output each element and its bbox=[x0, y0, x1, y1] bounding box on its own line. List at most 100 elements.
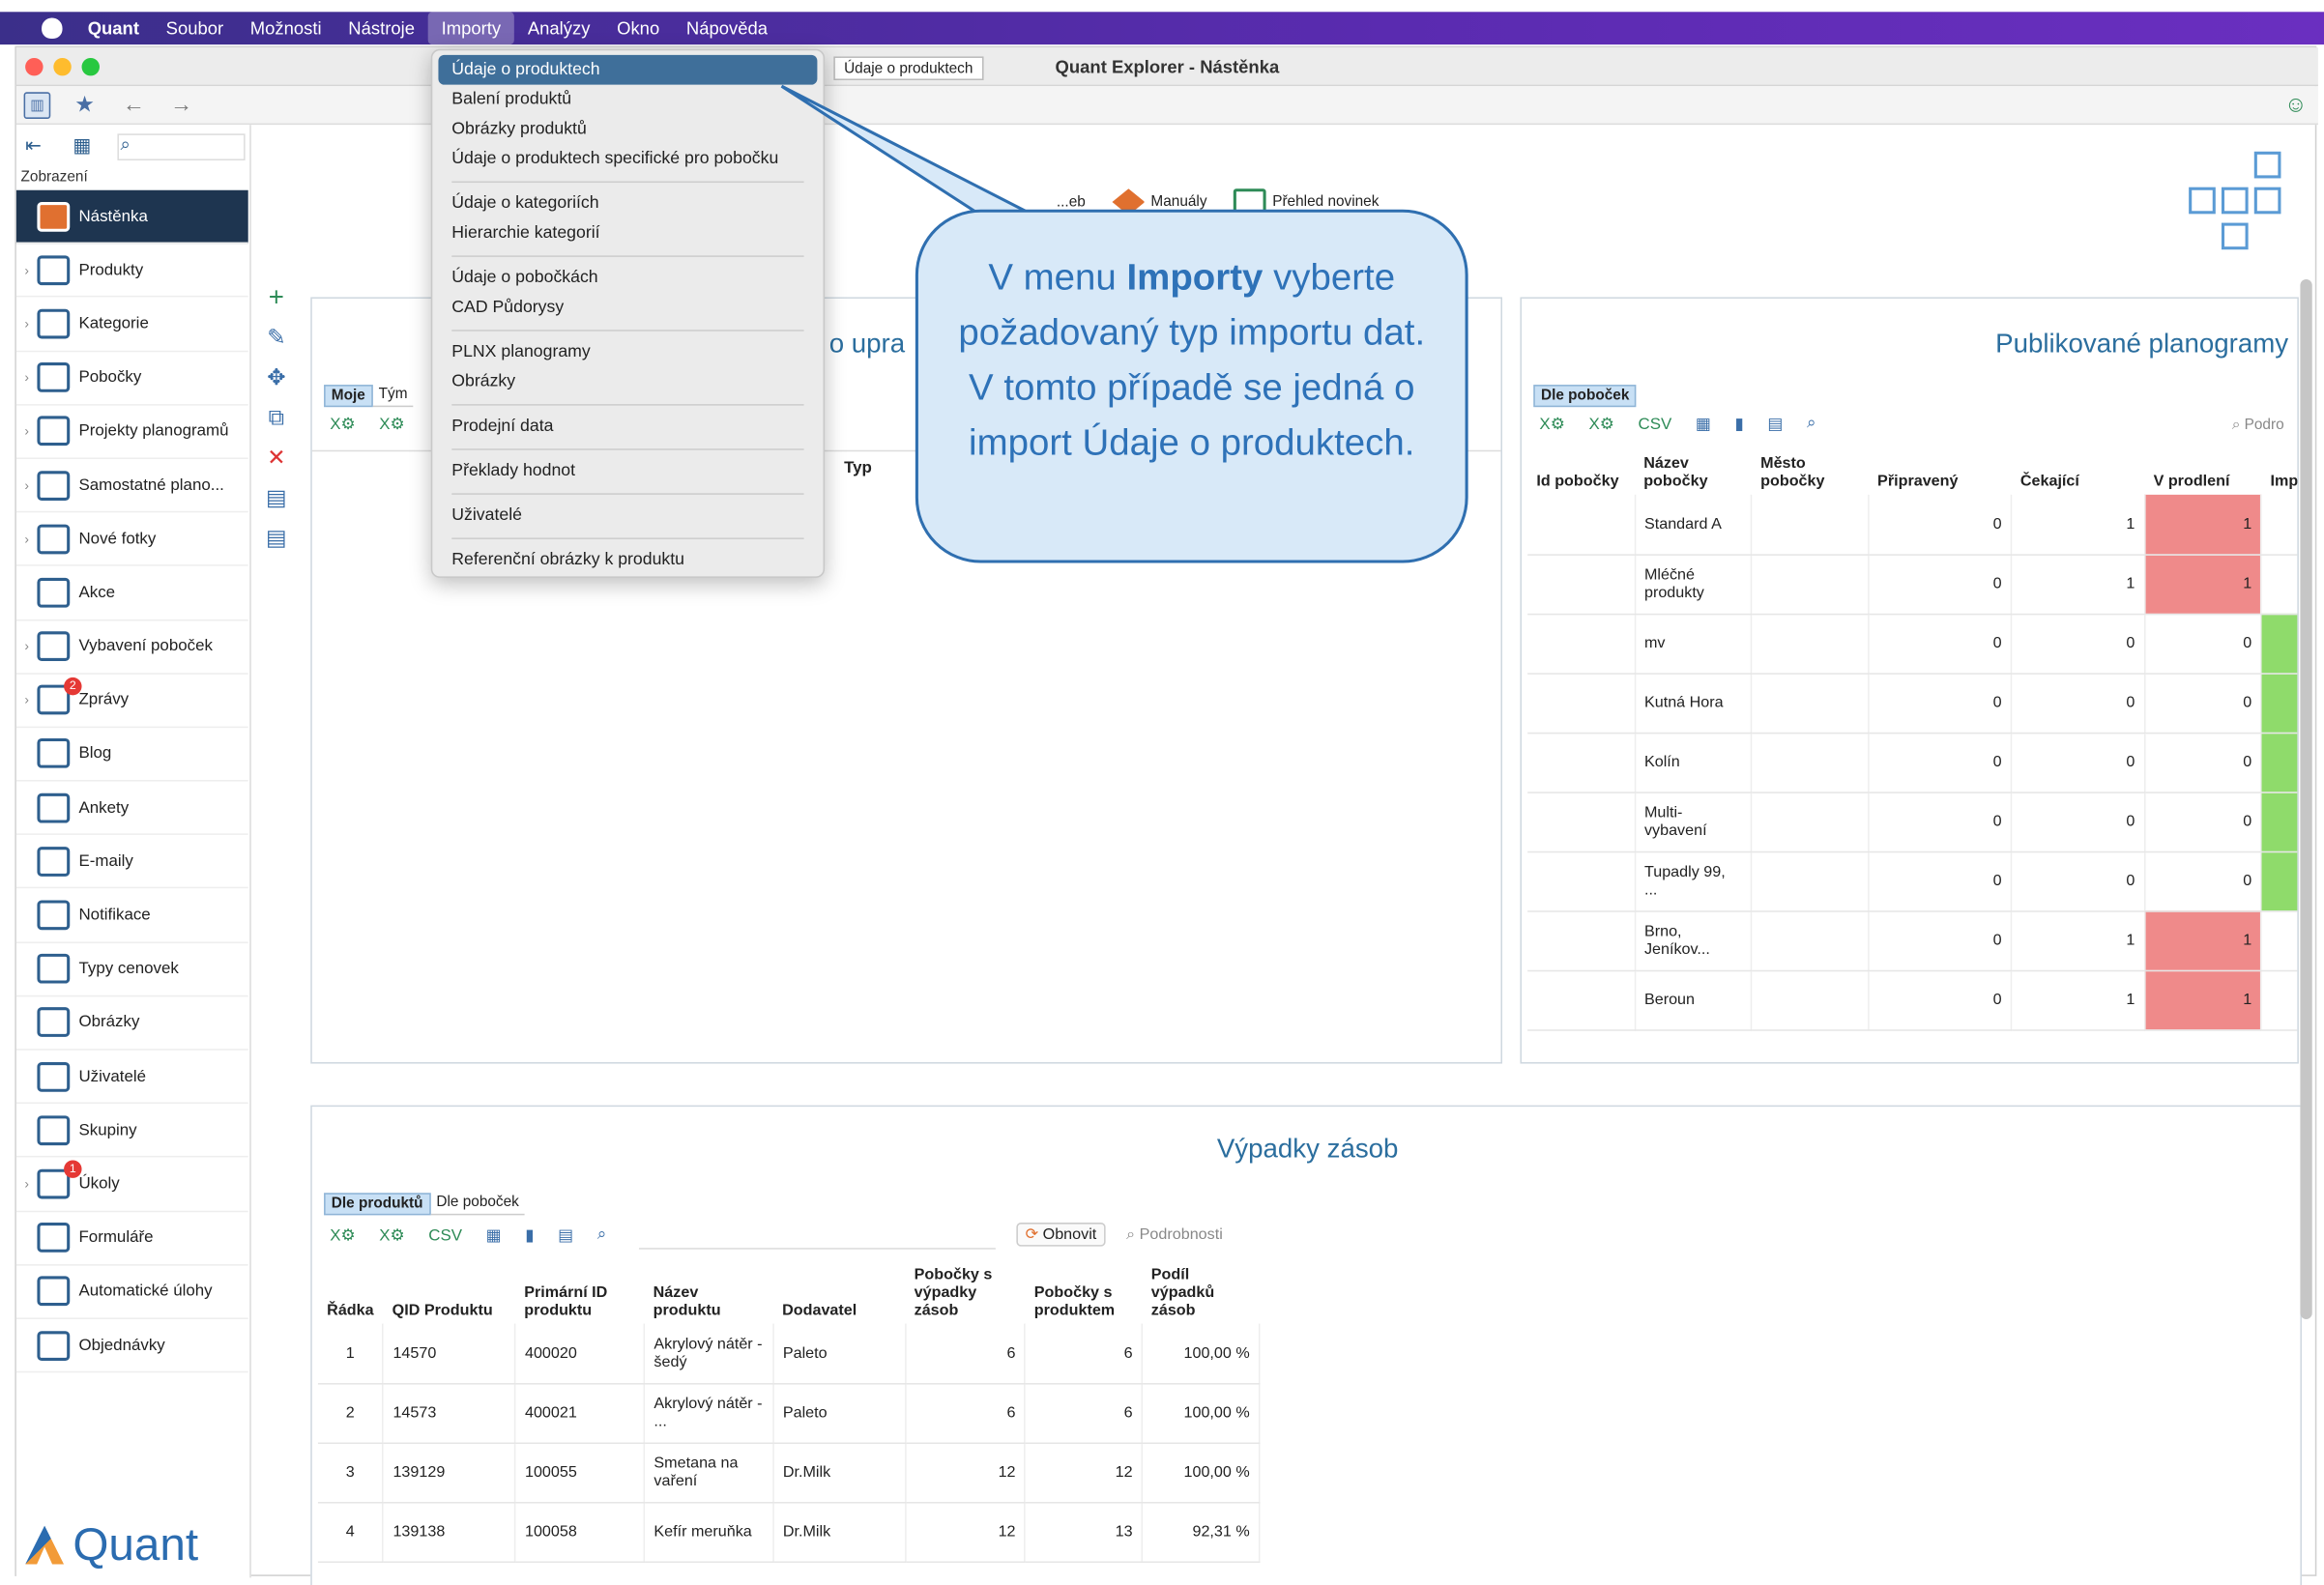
edit-icon[interactable]: ✎ bbox=[265, 326, 289, 351]
column-header[interactable]: Název produktu bbox=[644, 1261, 772, 1324]
columns-icon[interactable]: ▦ bbox=[486, 1225, 502, 1245]
column-header[interactable]: Město pobočky bbox=[1752, 450, 1869, 495]
columns-icon[interactable]: ▦ bbox=[1696, 415, 1711, 433]
menu-item[interactable]: Údaje o produktech specifické pro pobočk… bbox=[438, 144, 817, 174]
menu-item[interactable]: Obrázky bbox=[438, 367, 817, 397]
table-view-icon[interactable]: ▦ bbox=[73, 133, 91, 158]
vertical-scrollbar[interactable] bbox=[2300, 278, 2312, 1319]
sidebar-item[interactable]: Typy cenovek bbox=[15, 942, 248, 997]
resize-icon[interactable]: ⧉ bbox=[265, 406, 289, 431]
menu-okno[interactable]: Okno bbox=[603, 12, 673, 44]
menu-item[interactable]: Překlady hodnot bbox=[438, 456, 817, 486]
sidebar-item[interactable]: › Vybavení poboček bbox=[15, 620, 248, 675]
chevron-right-icon[interactable]: › bbox=[16, 370, 38, 385]
sidebar-item[interactable]: Blog bbox=[15, 728, 248, 782]
menu-napoveda[interactable]: Nápověda bbox=[673, 12, 781, 44]
column-header[interactable]: Id pobočky bbox=[1527, 450, 1635, 495]
menu-item[interactable]: Uživatelé bbox=[438, 501, 817, 531]
column-header[interactable]: Pobočky s produktem bbox=[1026, 1261, 1143, 1324]
sidebar-item[interactable]: › Projekty planogramů bbox=[15, 405, 248, 459]
table-row[interactable]: Brno, Jeníkov... 0 1 1 bbox=[1527, 910, 2298, 971]
menu-item[interactable]: CAD Půdorysy bbox=[438, 293, 817, 323]
menu-moznosti[interactable]: Možnosti bbox=[237, 12, 334, 44]
move-icon[interactable]: ✥ bbox=[265, 366, 289, 391]
search-icon[interactable]: ⌕ bbox=[1807, 415, 1816, 434]
table-row[interactable]: Standard A 0 1 1 bbox=[1527, 494, 2298, 556]
chevron-right-icon[interactable]: › bbox=[16, 532, 38, 546]
table-row[interactable]: 2 14573 400021 Akrylový nátěr - ... Paleto 6 6… bbox=[317, 1383, 1261, 1444]
tab-by-product[interactable]: Dle produktů bbox=[324, 1193, 431, 1216]
apple-icon[interactable] bbox=[42, 17, 63, 39]
chevron-right-icon[interactable]: › bbox=[16, 316, 38, 331]
tab-by-branch[interactable]: Dle poboček bbox=[430, 1193, 526, 1216]
sidebar-item[interactable]: Objednávky bbox=[15, 1319, 248, 1373]
menu-nastroje[interactable]: Nástroje bbox=[334, 12, 427, 44]
sidebar-item[interactable]: Notifikace bbox=[15, 889, 248, 943]
export-excel-alt-icon[interactable]: X⚙ bbox=[379, 415, 404, 433]
delete-icon[interactable]: ✕ bbox=[265, 447, 289, 472]
add-icon[interactable]: + bbox=[265, 284, 289, 311]
export-excel-icon[interactable]: X⚙ bbox=[1539, 415, 1564, 433]
chevron-right-icon[interactable]: › bbox=[16, 477, 38, 492]
chart-icon[interactable]: ▮ bbox=[525, 1225, 534, 1245]
sidebar-item[interactable]: Formuláře bbox=[15, 1212, 248, 1266]
column-header[interactable]: QID Produktu bbox=[383, 1261, 515, 1324]
column-header[interactable]: Připravený bbox=[1869, 450, 2012, 495]
export-csv-icon[interactable]: CSV bbox=[428, 1226, 462, 1244]
refresh-button[interactable]: ⟳ Obnovit bbox=[1016, 1223, 1106, 1247]
sidebar-item[interactable]: Nástěnka bbox=[15, 189, 248, 245]
details-button[interactable]: ⌕ Podro bbox=[2232, 418, 2284, 434]
table-settings-icon[interactable]: ▤ bbox=[1767, 415, 1783, 433]
chevron-right-icon[interactable]: › bbox=[16, 693, 38, 707]
table-row[interactable]: Multi-vybavení 0 0 0 bbox=[1527, 792, 2298, 852]
sidebar-item[interactable]: › Samostatné plano... bbox=[15, 459, 248, 513]
sidebar-item[interactable]: Automatické úlohy bbox=[15, 1265, 248, 1319]
table-row[interactable]: Beroun 0 1 1 bbox=[1527, 969, 2298, 1030]
search-icon[interactable]: ⌕ bbox=[597, 1225, 606, 1245]
tab-by-branch[interactable]: Dle poboček bbox=[1533, 385, 1638, 408]
menu-item[interactable]: Obrázky produktů bbox=[438, 114, 817, 144]
column-header[interactable]: Primární ID produktu bbox=[515, 1261, 644, 1324]
sidebar-item[interactable]: › Zprávy 2 bbox=[15, 674, 248, 728]
back-arrow-icon[interactable]: ← bbox=[121, 92, 148, 119]
export-csv-icon[interactable]: CSV bbox=[1639, 416, 1672, 433]
sidebar-item[interactable]: Akce bbox=[15, 566, 248, 620]
widget-layout-icon[interactable]: ▤ bbox=[265, 527, 289, 552]
widget-config-icon[interactable]: ▤ bbox=[265, 486, 289, 511]
sidebar-item[interactable]: › Pobočky bbox=[15, 352, 248, 406]
export-excel-alt-icon[interactable]: X⚙ bbox=[379, 1225, 404, 1245]
menu-app-name[interactable]: Quant bbox=[74, 12, 153, 44]
table-row[interactable]: Kutná Hora 0 0 0 bbox=[1527, 673, 2298, 734]
column-header[interactable]: Podíl výpadků zásob bbox=[1143, 1261, 1260, 1324]
sidebar-item[interactable]: Skupiny bbox=[15, 1104, 248, 1158]
table-row[interactable]: mv 0 0 0 bbox=[1527, 613, 2298, 675]
tab-moje[interactable]: Moje bbox=[324, 385, 373, 408]
table-row[interactable]: Mléčné produkty 0 1 1 bbox=[1527, 554, 2298, 615]
sidebar-item[interactable]: E-maily bbox=[15, 835, 248, 889]
sidebar-item[interactable]: Obrázky bbox=[15, 996, 248, 1051]
column-header[interactable]: Čekající bbox=[2012, 450, 2145, 495]
table-row[interactable]: Kolín 0 0 0 bbox=[1527, 732, 2298, 793]
table-settings-icon[interactable]: ▤ bbox=[558, 1225, 573, 1245]
chart-icon[interactable]: ▮ bbox=[1734, 415, 1743, 433]
column-header[interactable]: Impleme bbox=[2261, 450, 2297, 495]
dashboard-layout-icon[interactable] bbox=[2189, 149, 2281, 253]
export-excel-icon[interactable]: X⚙ bbox=[330, 1225, 355, 1245]
star-icon[interactable]: ★ bbox=[72, 92, 99, 119]
menu-analyzy[interactable]: Analýzy bbox=[514, 12, 603, 44]
column-header[interactable]: Pobočky s výpadky zásob bbox=[905, 1261, 1025, 1324]
table-row[interactable]: 1 14570 400020 Akrylový nátěr - šedý Paleto 6… bbox=[317, 1323, 1261, 1384]
table-row[interactable]: Tupadly 99, ... 0 0 0 bbox=[1527, 850, 2298, 912]
menu-item[interactable]: Referenční obrázky k produktu bbox=[438, 545, 817, 575]
menu-item[interactable]: Údaje o kategoriích bbox=[438, 188, 817, 218]
sidebar-item[interactable]: Ankety bbox=[15, 782, 248, 836]
forward-arrow-icon[interactable]: → bbox=[168, 92, 195, 119]
column-header[interactable]: Dodavatel bbox=[773, 1261, 906, 1324]
sidebar-search-input[interactable] bbox=[117, 133, 246, 161]
sidebar-item[interactable]: Uživatelé bbox=[15, 1051, 248, 1105]
smiley-icon[interactable]: ☺ bbox=[2282, 92, 2309, 119]
sidebar-item[interactable]: › Úkoly 1 bbox=[15, 1158, 248, 1212]
menu-soubor[interactable]: Soubor bbox=[153, 12, 237, 44]
sidebar-item[interactable]: › Produkty bbox=[15, 244, 248, 298]
sidebar-toggle-icon[interactable]: ▥ bbox=[23, 92, 51, 119]
